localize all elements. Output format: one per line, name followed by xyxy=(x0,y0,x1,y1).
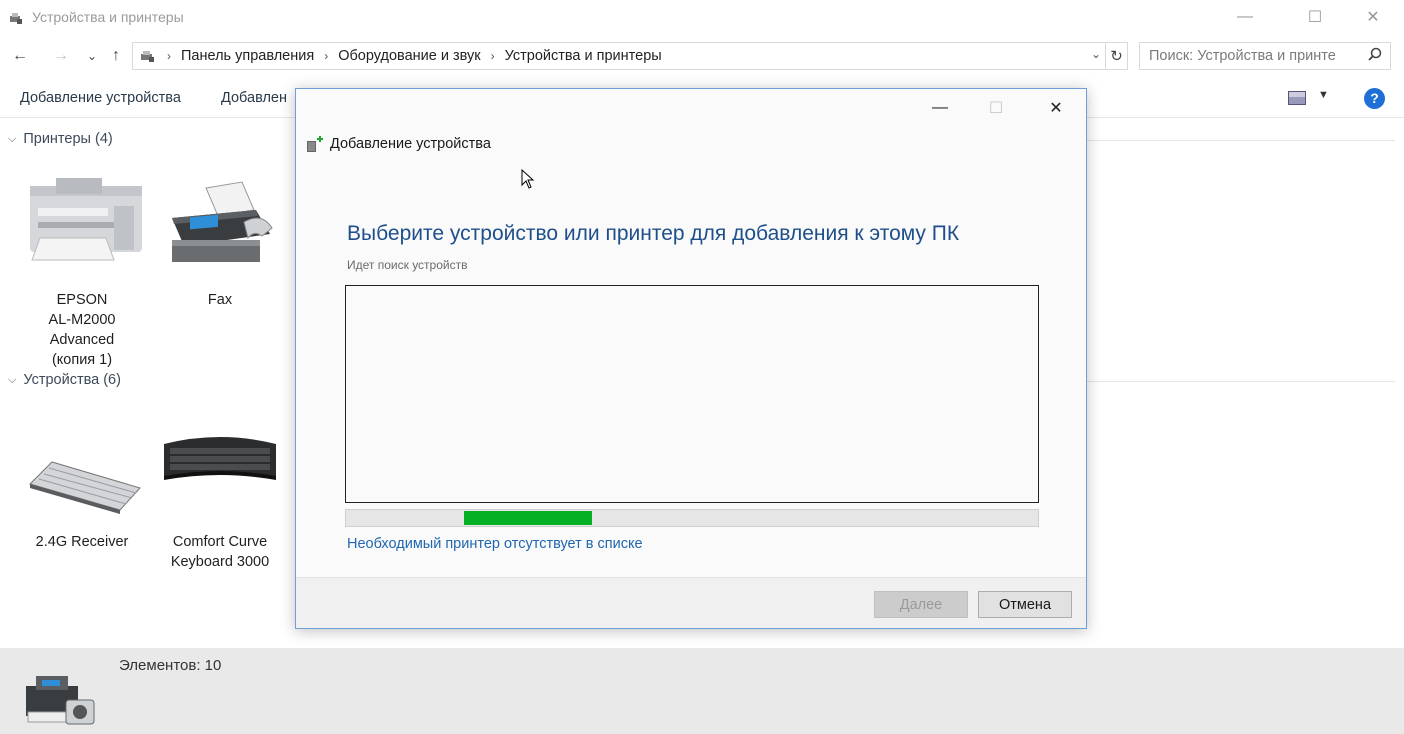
printer-icon xyxy=(30,178,142,261)
device-label: 2.4G Receiver xyxy=(35,534,129,550)
device-2-4g-receiver[interactable]: 2.4G Receiver xyxy=(18,418,146,552)
search-progress-bar xyxy=(345,509,1039,527)
device-list[interactable] xyxy=(345,285,1039,503)
close-icon: ✕ xyxy=(1049,100,1063,117)
search-icon xyxy=(1368,47,1382,61)
up-button[interactable]: ↑ xyxy=(104,44,128,68)
device-label: Advanced xyxy=(49,332,115,348)
maximize-icon: ☐ xyxy=(988,100,1004,117)
back-arrow-icon: ← xyxy=(12,47,28,64)
printer-not-listed-link[interactable]: Необходимый принтер отсутствует в списке xyxy=(347,536,643,552)
close-button[interactable]: ✕ xyxy=(1350,0,1396,34)
recent-locations-button[interactable]: ⌄ xyxy=(80,44,104,68)
devices-and-printers-icon xyxy=(26,676,95,725)
search-placeholder: Поиск: Устройства и принте xyxy=(1149,48,1336,64)
forward-arrow-icon: → xyxy=(53,47,69,64)
item-count: Элементов: 10 xyxy=(119,657,222,674)
dialog-close-button[interactable]: ✕ xyxy=(1036,95,1076,121)
explorer-titlebar: Устройства и принтеры — ☐ ✕ xyxy=(0,0,1404,36)
minimize-icon: — xyxy=(932,99,948,116)
group-divider xyxy=(1087,381,1395,382)
device-fax[interactable]: Fax xyxy=(156,176,284,310)
window-title: Устройства и принтеры xyxy=(32,9,184,25)
group-divider xyxy=(1087,140,1395,141)
devices-printers-app-icon xyxy=(10,13,22,24)
breadcrumb-separator-icon: › xyxy=(490,49,495,63)
breadcrumb-hardware-sound[interactable]: Оборудование и звук xyxy=(338,48,480,64)
control-panel-icon xyxy=(141,51,154,62)
details-pane: Элементов: 10 xyxy=(0,648,1404,734)
breadcrumb-separator-icon: › xyxy=(167,49,171,63)
refresh-icon: ↻ xyxy=(1110,48,1123,65)
dialog-minimize-button[interactable]: — xyxy=(920,95,960,121)
next-button[interactable]: Далее xyxy=(874,591,968,618)
device-label: EPSON xyxy=(56,292,108,308)
device-label: Comfort Curve xyxy=(172,534,268,550)
keyboard-black-icon xyxy=(164,437,276,480)
dialog-heading: Выберите устройство или принтер для доба… xyxy=(347,222,960,245)
device-label: AL-M2000 xyxy=(48,312,116,328)
printers-group-header[interactable]: ⌵ Принтеры (4) xyxy=(8,131,113,147)
add-printer-button[interactable]: Добавлен xyxy=(221,90,287,106)
dialog-maximize-button: ☐ xyxy=(976,95,1016,121)
address-dropdown-icon[interactable]: ⌄ xyxy=(1091,47,1101,61)
searching-status: Идет поиск устройств xyxy=(347,258,468,272)
refresh-button[interactable]: ↻ xyxy=(1106,42,1128,70)
maximize-button[interactable]: ☐ xyxy=(1292,0,1338,34)
breadcrumb-separator-icon: › xyxy=(324,49,329,63)
breadcrumb-control-panel[interactable]: Панель управления xyxy=(181,48,314,64)
chevron-down-icon: ⌄ xyxy=(86,49,98,63)
minimize-button[interactable]: — xyxy=(1222,0,1268,34)
dialog-title-text: Добавление устройства xyxy=(330,136,491,152)
add-device-button[interactable]: Добавление устройства xyxy=(20,90,181,106)
breadcrumb-devices-printers[interactable]: Устройства и принтеры xyxy=(505,48,662,64)
devices-group-header[interactable]: ⌵ Устройства (6) xyxy=(8,372,121,388)
add-device-dialog: — ☐ ✕ Добавление устройства Выберите уст… xyxy=(295,88,1087,629)
view-dropdown-icon[interactable]: ▼ xyxy=(1318,89,1329,101)
address-row: ← → ⌄ ↑ › Панель управления › Оборудован… xyxy=(0,38,1404,74)
forward-button[interactable]: → xyxy=(49,44,73,68)
device-label: Keyboard 3000 xyxy=(170,554,270,570)
search-input[interactable]: Поиск: Устройства и принте xyxy=(1139,42,1391,70)
chevron-down-icon: ⌵ xyxy=(8,373,17,386)
help-icon[interactable]: ? xyxy=(1364,88,1385,109)
keyboard-flat-icon xyxy=(29,461,141,514)
device-label: (копия 1) xyxy=(51,352,113,368)
address-bar[interactable]: › Панель управления › Оборудование и зву… xyxy=(132,42,1106,70)
minimize-icon: — xyxy=(1237,8,1253,25)
cancel-button[interactable]: Отмена xyxy=(978,591,1072,618)
printers-group-label: Принтеры (4) xyxy=(23,131,113,147)
fax-icon xyxy=(172,181,273,262)
back-button[interactable]: ← xyxy=(8,44,32,68)
devices-group-label: Устройства (6) xyxy=(23,372,121,388)
add-device-icon xyxy=(307,136,323,152)
change-view-icon[interactable] xyxy=(1288,91,1306,105)
maximize-icon: ☐ xyxy=(1307,9,1323,26)
progress-fill xyxy=(464,511,592,525)
chevron-down-icon: ⌵ xyxy=(8,132,17,145)
up-arrow-icon: ↑ xyxy=(112,47,120,64)
mouse-cursor-icon xyxy=(521,169,535,189)
device-comfort-curve-keyboard[interactable]: Comfort Curve Keyboard 3000 xyxy=(156,418,284,572)
dialog-title: Добавление устройства xyxy=(306,135,491,153)
device-label: Fax xyxy=(207,292,233,308)
device-epson-printer[interactable]: EPSON AL-M2000 Advanced (копия 1) xyxy=(18,176,146,370)
dialog-footer: Далее Отмена xyxy=(296,577,1086,628)
close-icon: ✕ xyxy=(1366,9,1380,26)
